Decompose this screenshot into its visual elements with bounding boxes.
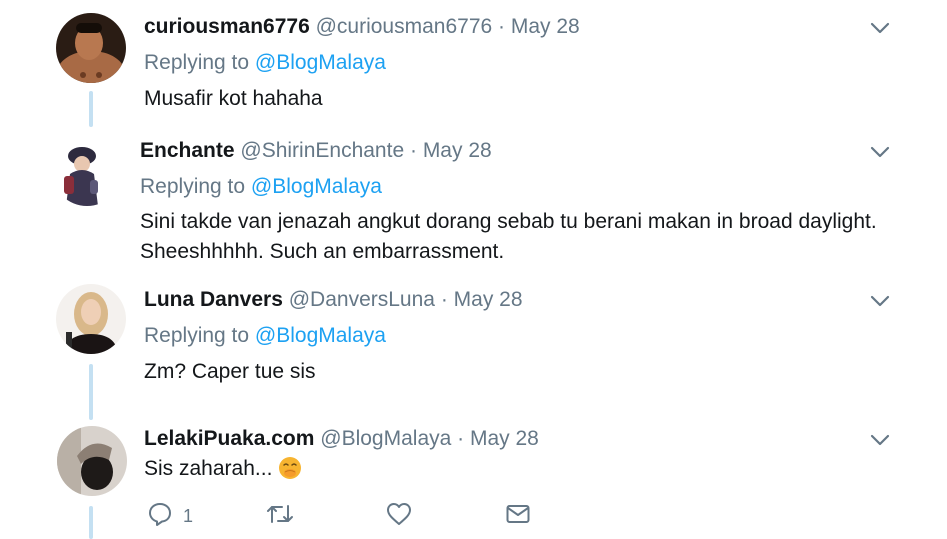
tweet-text-line: Sheeshhhhh. Such an embarrassment. [140,240,505,263]
tweet-4[interactable]: LelakiPuaka.com @BlogMalaya · May 28 Sis… [0,422,947,539]
reply-count: 1 [183,505,194,526]
tweet-date[interactable]: May 28 [511,15,580,38]
chevron-down-icon[interactable] [868,140,892,164]
tweet-header: LelakiPuaka.com @BlogMalaya · May 28 [144,426,539,452]
avatar[interactable] [56,284,126,354]
user-handle[interactable]: @ShirinEnchante [240,139,404,162]
tweet-text: Musafir kot hahaha [144,87,323,110]
replying-to: Replying to @BlogMalaya [144,50,386,76]
separator: · [457,427,465,450]
face-with-hand-over-mouth-icon [278,456,302,480]
replying-to: Replying to @BlogMalaya [140,174,382,200]
tweet-header: Enchante @ShirinEnchante · May 28 [140,138,492,164]
avatar[interactable] [57,426,127,496]
separator: · [409,139,417,162]
tweet-date[interactable]: May 28 [454,288,523,311]
tweet-1[interactable]: curiousman6776 @curiousman6776 · May 28 … [0,0,947,128]
display-name[interactable]: LelakiPuaka.com [144,427,314,450]
replying-to: Replying to @BlogMalaya [144,323,386,349]
tweet-2[interactable]: Enchante @ShirinEnchante · May 28 Replyi… [0,128,947,276]
separator: · [498,15,506,38]
tweet-date[interactable]: May 28 [470,427,539,450]
chevron-down-icon[interactable] [868,289,892,313]
tweet-text: Zm? Caper tue sis [144,360,316,383]
tweet-text-line: Sini takde van jenazah angkut dorang seb… [140,210,877,233]
thread-line [89,91,93,127]
reply-button[interactable]: 1 [147,501,193,531]
user-handle[interactable]: @DanversLuna [289,288,435,311]
replying-to-handle[interactable]: @BlogMalaya [251,175,382,198]
avatar[interactable] [52,136,122,206]
thread-line [89,506,93,539]
tweet-3[interactable]: Luna Danvers @DanversLuna · May 28 Reply… [0,276,947,422]
user-handle[interactable]: @BlogMalaya [320,427,451,450]
thread-line [89,364,93,420]
replying-to-label: Replying to [144,51,250,74]
replying-to-handle[interactable]: @BlogMalaya [255,51,386,74]
heart-icon [386,501,412,532]
replying-to-handle[interactable]: @BlogMalaya [255,324,386,347]
tweet-text: Sini takde van jenazah angkut dorang seb… [140,207,900,267]
chevron-down-icon[interactable] [868,16,892,40]
tweet-text-content: Sis zaharah... [144,457,273,480]
tweet-header: Luna Danvers @DanversLuna · May 28 [144,287,523,313]
tweet-date[interactable]: May 28 [423,139,492,162]
replying-to-label: Replying to [140,175,246,198]
tweet-header: curiousman6776 @curiousman6776 · May 28 [144,14,580,40]
retweet-button[interactable] [265,501,295,531]
tweet-text: Sis zaharah... [144,454,904,484]
display-name[interactable]: curiousman6776 [144,15,310,38]
replying-to-label: Replying to [144,324,250,347]
separator: · [440,288,448,311]
like-button[interactable] [386,501,412,531]
chevron-down-icon[interactable] [868,428,892,452]
display-name[interactable]: Enchante [140,139,235,162]
direct-message-button[interactable] [505,501,531,531]
envelope-icon [505,501,531,532]
retweet-icon [265,501,295,532]
user-handle[interactable]: @curiousman6776 [316,15,493,38]
reply-icon [147,501,173,532]
avatar[interactable] [56,13,126,83]
display-name[interactable]: Luna Danvers [144,288,283,311]
